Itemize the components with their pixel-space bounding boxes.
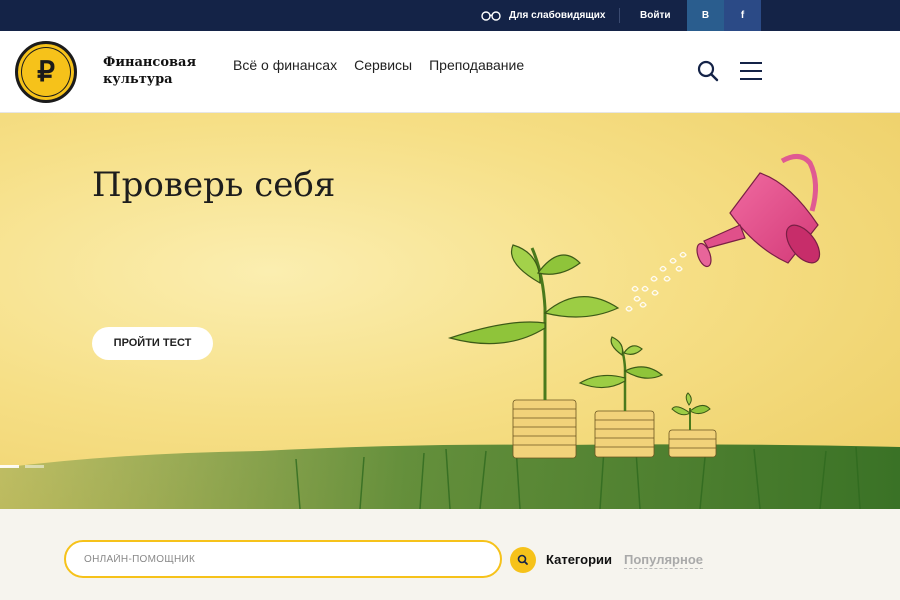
slide-dot[interactable]	[25, 465, 44, 468]
tab-categories[interactable]: Категории	[546, 552, 612, 567]
search-icon[interactable]	[697, 60, 719, 82]
facebook-icon[interactable]: f	[724, 0, 761, 31]
plant-medium	[578, 336, 664, 411]
plant-large	[447, 244, 620, 400]
nav-item-finance[interactable]: Всё о финансах	[233, 57, 337, 73]
ruble-icon: ₽	[37, 56, 55, 87]
top-utility-bar: Для слабовидящих Войти В f	[0, 0, 900, 31]
coin-stack-small	[668, 429, 717, 458]
nav-item-teaching[interactable]: Преподавание	[429, 57, 524, 73]
water-drops	[625, 251, 687, 312]
online-assistant-input[interactable]	[64, 540, 502, 578]
watering-can	[696, 154, 821, 268]
logo-text-line2: культура	[103, 72, 173, 87]
coin-stack-medium	[594, 410, 655, 458]
menu-icon[interactable]	[740, 62, 762, 80]
tab-popular[interactable]: Популярное	[624, 552, 704, 569]
assistant-search-section: Категории Популярное	[0, 509, 900, 600]
glasses-icon	[481, 10, 501, 21]
hero-banner: Проверь себя ПРОЙТИ ТЕСТ	[0, 113, 900, 509]
nav-item-services[interactable]: Сервисы	[354, 57, 412, 73]
slide-dot-active[interactable]	[0, 465, 19, 468]
slider-pagination	[0, 465, 44, 468]
plant-small	[671, 392, 711, 430]
ruble-coin-logo[interactable]: ₽	[15, 41, 77, 103]
take-test-button[interactable]: ПРОЙТИ ТЕСТ	[92, 327, 213, 360]
site-header: ₽ Финансовая культура Всё о финансах Сер…	[0, 31, 900, 113]
site-logo-text[interactable]: Финансовая культура	[103, 54, 196, 88]
coin-stack-large	[512, 399, 577, 459]
accessibility-link[interactable]: Для слабовидящих	[481, 0, 605, 31]
assistant-search-button[interactable]	[510, 547, 536, 573]
accessibility-label: Для слабовидящих	[509, 10, 606, 21]
vk-icon[interactable]: В	[687, 0, 724, 31]
search-icon	[517, 554, 528, 565]
topbar-divider	[619, 8, 620, 23]
main-nav: Всё о финансах Сервисы Преподавание	[233, 57, 524, 73]
hero-title: Проверь себя	[92, 165, 336, 205]
logo-text-line1: Финансовая	[103, 55, 197, 70]
login-link[interactable]: Войти	[640, 0, 671, 31]
